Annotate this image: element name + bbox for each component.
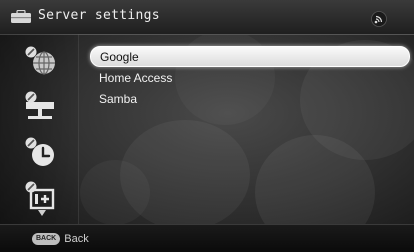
server-settings-screen: Server settings Google Home Access Samba… [0,0,414,252]
back-key-badge: BACK [32,233,61,245]
back-button[interactable]: BACK Back [32,232,89,246]
list-item-label: Google [100,50,139,64]
globe-settings-icon[interactable] [22,44,58,76]
bokeh-light [80,160,150,225]
bokeh-light [120,120,250,230]
clock-settings-icon[interactable] [22,136,58,168]
page-title: Server settings [38,8,160,23]
list-item-home-access[interactable]: Home Access [90,68,410,89]
server-list: Google Home Access Samba [90,46,410,111]
list-item-label: Samba [99,92,138,106]
network-settings-icon[interactable] [22,90,58,122]
network-signal-icon [371,11,387,27]
list-item-samba[interactable]: Samba [90,89,410,110]
down-arrow-icon [38,210,46,216]
title-bar: Server settings [0,0,414,35]
info-settings-icon[interactable] [22,180,58,212]
back-label: Back [64,233,89,245]
briefcase-icon [11,10,31,23]
list-item-google[interactable]: Google [90,46,410,67]
footer-bar: BACK Back [0,224,414,252]
list-item-label: Home Access [99,70,173,85]
settings-category-sidebar [0,34,79,224]
